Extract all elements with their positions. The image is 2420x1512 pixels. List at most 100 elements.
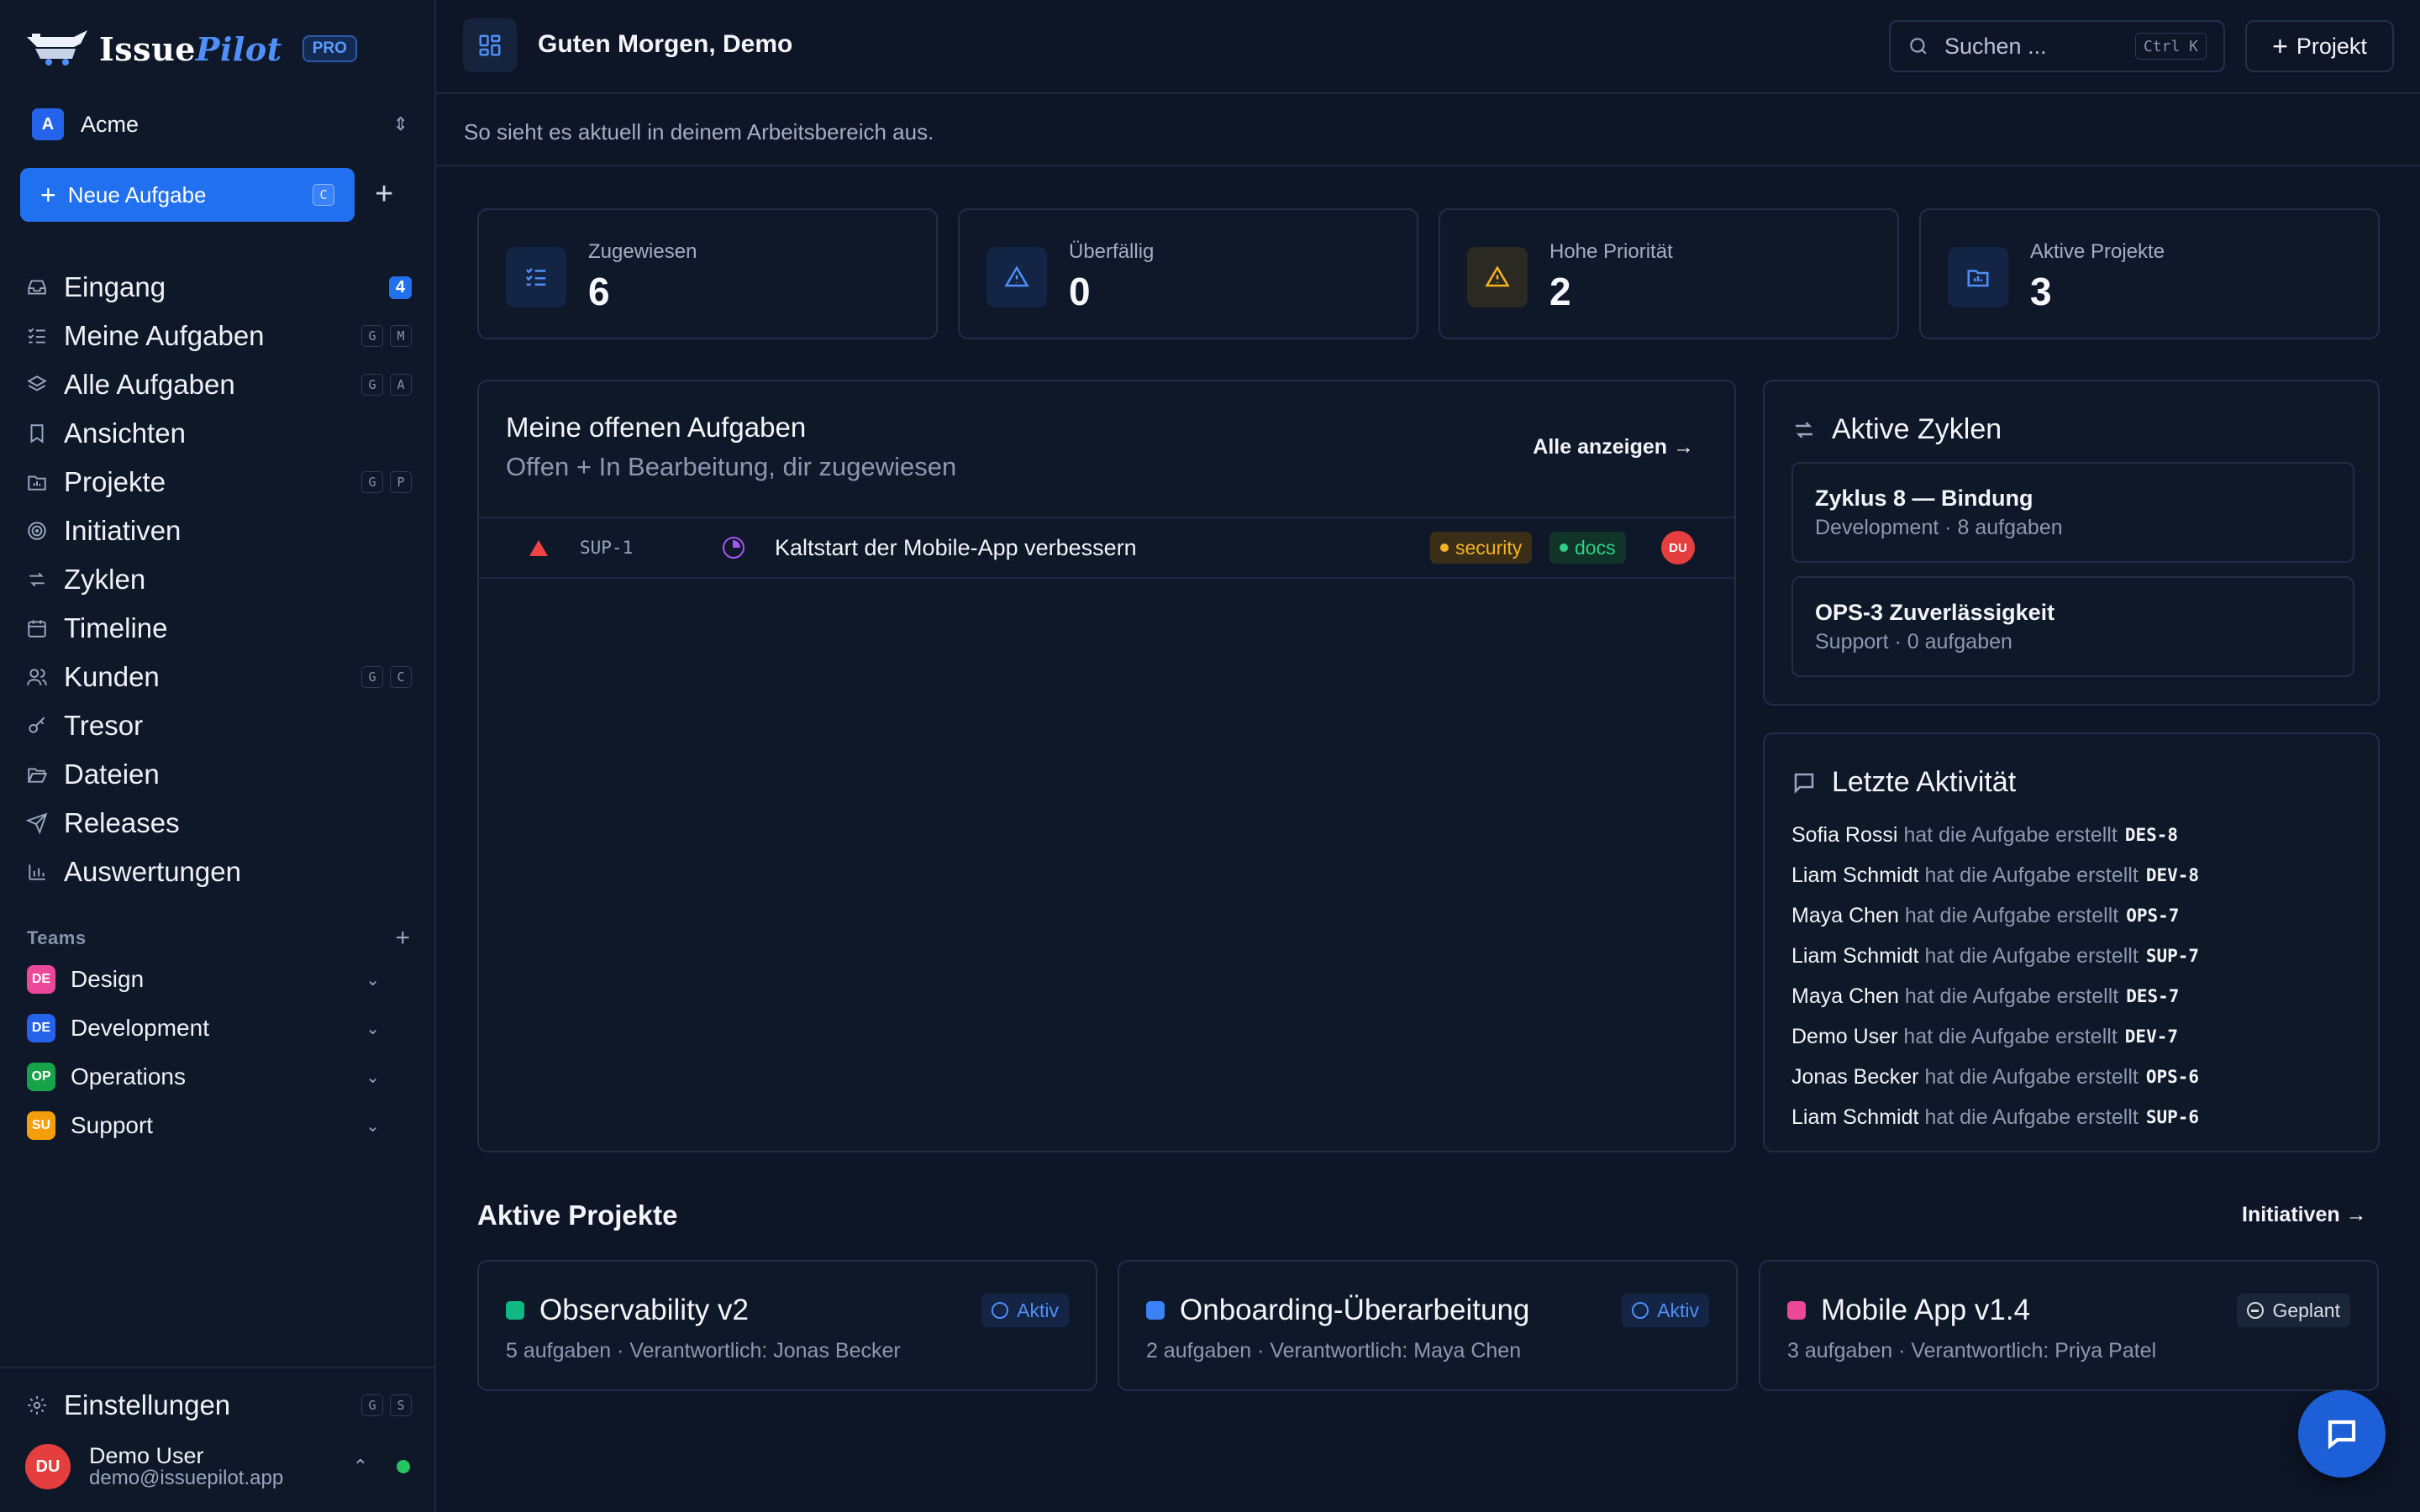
open-tasks-panel: Meine offenen Aufgaben Offen + In Bearbe… — [477, 380, 1736, 1152]
activity-user: Demo User — [1791, 1024, 1898, 1048]
chevron-down-icon[interactable]: ⌄ — [366, 969, 380, 990]
tag-docs[interactable]: docs — [1549, 532, 1626, 564]
cycle-meta: Development · 8 aufgaben — [1815, 516, 2063, 539]
comment-icon — [1794, 773, 1814, 794]
sidebar-item-kunden[interactable]: Kunden G C — [25, 653, 412, 701]
initiatives-link[interactable]: Initiativen → — [2242, 1203, 2367, 1227]
shortcut-key: A — [390, 374, 412, 396]
project-card[interactable]: Onboarding-Überarbeitung 2 aufgaben · Ver… — [1118, 1260, 1738, 1391]
sidebar-item-ansichten[interactable]: Ansichten — [25, 409, 412, 458]
logo[interactable]: IssuePilot PRO — [25, 27, 357, 71]
new-project-button[interactable]: + Projekt — [2245, 20, 2394, 72]
chat-button[interactable] — [2298, 1390, 2386, 1478]
user-menu[interactable]: DU Demo User demo@issuepilot.app ⌃ — [25, 1438, 412, 1495]
shortcut-key: G — [361, 325, 383, 347]
activity-user: Liam Schmidt — [1791, 1105, 1919, 1129]
assignee-avatar[interactable]: DU — [1661, 531, 1695, 564]
page-header: Guten Morgen, Demo Suchen ... Ctrl K + P… — [436, 0, 2420, 94]
circle-status-icon — [992, 1302, 1009, 1319]
team-development[interactable]: DE Development ⌄ — [27, 1004, 380, 1053]
activity-text: hat die Aufgabe erstellt — [1903, 1024, 2118, 1048]
chevron-up-down-icon: ⇕ — [392, 113, 408, 134]
status-label: Aktiv — [1657, 1299, 1699, 1321]
shortcut-key: G — [361, 1394, 383, 1416]
activity-item[interactable]: Liam Schmidt hat die Aufgabe erstellt SUP-… — [1791, 936, 2363, 976]
shortcut-keys: GC — [361, 666, 412, 688]
stat-card-high-priority[interactable]: Hohe Priorität 2 — [1439, 208, 1899, 339]
sidebar-item-label: Tresor — [64, 710, 144, 741]
subheader: So sieht es aktuell in deinem Arbeitsber… — [436, 94, 2420, 166]
activity-item[interactable]: Liam Schmidt hat die Aufgabe erstellt DEV-… — [1791, 855, 2363, 895]
activity-user: Jonas Becker — [1791, 1064, 1919, 1089]
workspace-switcher[interactable]: A Acme ⇕ — [32, 108, 408, 141]
sidebar-item-meine-aufgaben[interactable]: Meine Aufgaben G M — [25, 312, 412, 360]
stat-card-active-projects[interactable]: Aktive Projekte 3 — [1919, 208, 2380, 339]
team-design[interactable]: DE Design ⌄ — [27, 955, 380, 1004]
shortcut-key: M — [390, 325, 412, 347]
sidebar-item-tresor[interactable]: Tresor — [25, 701, 412, 750]
project-card[interactable]: Observability v2 5 aufgaben · Verantwortl… — [477, 1260, 1097, 1391]
plus-icon: + — [40, 179, 56, 210]
sidebar-item-settings[interactable]: Einstellungen G S — [25, 1381, 412, 1430]
chevron-down-icon[interactable]: ⌄ — [366, 1018, 380, 1039]
stat-card-overdue[interactable]: Überfällig 0 — [958, 208, 1418, 339]
dashboard-icon — [463, 18, 517, 72]
activity-task-id: DES-7 — [2126, 986, 2180, 1006]
sidebar-item-releases[interactable]: Releases — [25, 799, 412, 848]
sidebar-item-label: Initiativen — [64, 515, 182, 546]
sidebar-item-timeline[interactable]: Timeline — [25, 604, 412, 653]
tag-label: security — [1455, 536, 1523, 559]
status-label: Geplant — [2272, 1299, 2340, 1321]
stat-label: Aktive Projekte — [2030, 240, 2165, 263]
project-name: Mobile App v1.4 — [1821, 1294, 2031, 1326]
status-badge: Geplant — [2237, 1294, 2350, 1327]
status-badge: Aktiv — [1622, 1294, 1709, 1327]
cycle-card[interactable]: Zyklus 8 — Bindung Development · 8 aufga… — [1791, 462, 2354, 563]
tag-label: docs — [1575, 536, 1616, 559]
tag-security[interactable]: security — [1430, 532, 1533, 564]
activity-item[interactable]: Maya Chen hat die Aufgabe erstellt DES-7 — [1791, 976, 2363, 1016]
team-support[interactable]: SU Support ⌄ — [27, 1101, 380, 1150]
cycle-card[interactable]: OPS-3 Zuverlässigkeit Support · 0 aufgab… — [1791, 576, 2354, 677]
panel-subtitle: Offen + In Bearbeitung, dir zugewiesen — [506, 452, 957, 481]
stat-card-assigned[interactable]: Zugewiesen 6 — [477, 208, 938, 339]
sidebar-item-dateien[interactable]: Dateien — [25, 750, 412, 799]
project-card[interactable]: Mobile App v1.4 3 aufgaben · Verantwortli… — [1759, 1260, 2379, 1391]
chevron-down-icon[interactable]: ⌄ — [366, 1116, 380, 1137]
show-all-link[interactable]: Alle anzeigen → — [1533, 435, 1694, 459]
activity-item[interactable]: Sofia Rossi hat die Aufgabe erstellt DES-8 — [1791, 815, 2363, 855]
sidebar-item-projekte[interactable]: Projekte G P — [25, 458, 412, 507]
activity-item[interactable]: Maya Chen hat die Aufgabe erstellt OPS-7 — [1791, 895, 2363, 936]
sidebar-item-eingang[interactable]: Eingang 4 — [25, 263, 412, 312]
alert-triangle-icon — [986, 247, 1047, 307]
cycle-arrows-icon — [25, 568, 49, 591]
activity-item[interactable]: Liam Schmidt hat die Aufgabe erstellt SUP-… — [1791, 1097, 2363, 1137]
activity-item[interactable]: Jonas Becker hat die Aufgabe erstellt OPS-… — [1791, 1057, 2363, 1097]
chevron-down-icon[interactable]: ⌄ — [366, 1067, 380, 1088]
activity-item[interactable]: Demo User hat die Aufgabe erstellt DEV-7 — [1791, 1016, 2363, 1057]
sidebar-item-label: Timeline — [64, 612, 168, 643]
search-input[interactable]: Suchen ... Ctrl K — [1889, 20, 2225, 72]
project-color-swatch — [1146, 1301, 1165, 1320]
stat-value: 0 — [1069, 270, 1091, 313]
search-shortcut: Ctrl K — [2134, 33, 2207, 60]
list-check-icon — [25, 324, 49, 348]
activity-text: hat die Aufgabe erstellt — [1904, 903, 2119, 927]
task-row[interactable]: SUP-1 Kaltstart der Mobile-App verbesser… — [479, 518, 1734, 579]
stat-label: Überfällig — [1069, 240, 1155, 263]
activity-task-id: SUP-7 — [2145, 946, 2200, 966]
search-placeholder: Suchen ... — [1944, 33, 2047, 59]
shortcut-keys: GM — [361, 325, 412, 347]
sidebar-item-initiativen[interactable]: Initiativen — [25, 507, 412, 555]
sidebar-item-label: Auswertungen — [64, 856, 241, 887]
list-check-icon — [506, 247, 566, 307]
sidebar-item-auswertungen[interactable]: Auswertungen — [25, 848, 412, 896]
new-task-button[interactable]: + Neue Aufgabe C — [20, 168, 355, 222]
add-team-icon[interactable]: + — [395, 924, 410, 953]
sidebar-item-zyklen[interactable]: Zyklen — [25, 555, 412, 604]
sidebar-item-alle-aufgaben[interactable]: Alle Aufgaben G A — [25, 360, 412, 409]
activity-text: hat die Aufgabe erstellt — [1903, 822, 2118, 847]
team-name: Support — [71, 1112, 154, 1138]
team-operations[interactable]: OP Operations ⌄ — [27, 1053, 380, 1101]
add-icon[interactable]: + — [375, 176, 393, 213]
